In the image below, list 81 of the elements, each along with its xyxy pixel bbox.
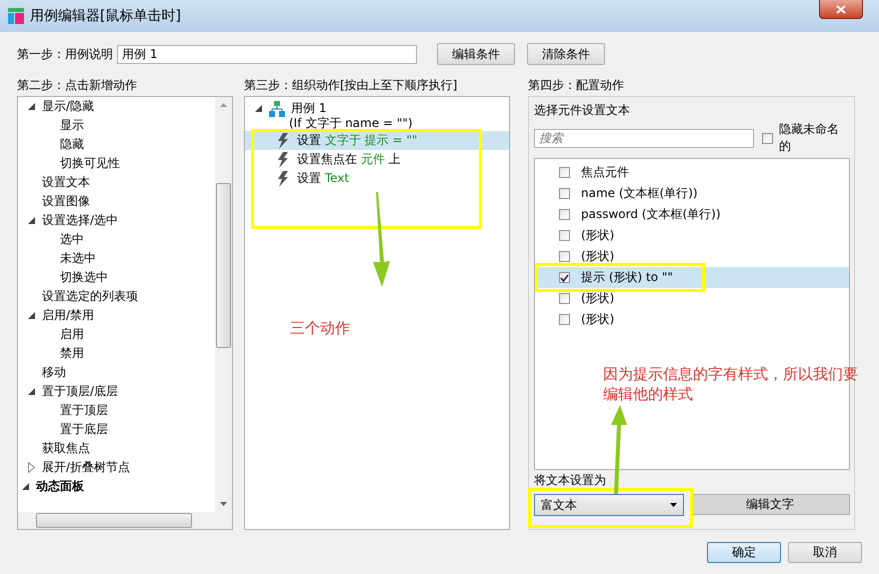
expanded-arrow-icon[interactable] bbox=[28, 388, 34, 395]
close-button[interactable] bbox=[819, 0, 863, 19]
tree-item[interactable]: 设置图像 bbox=[42, 193, 90, 210]
widget-item[interactable]: name (文本框(单行)) bbox=[535, 183, 849, 204]
step-label: 第一步：用例说明 bbox=[17, 46, 113, 62]
annotation-text: 因为提示信息的字有样式，所以我们要编辑他的样式 bbox=[603, 364, 859, 404]
step-heading: 第四步：配置动作 bbox=[528, 76, 624, 94]
app-icon bbox=[8, 8, 24, 24]
checkbox-label[interactable]: 隐藏未命名的 bbox=[778, 121, 850, 155]
tree-item[interactable]: 获取焦点 bbox=[42, 440, 90, 457]
dialog-button[interactable]: 取消 bbox=[788, 542, 862, 563]
widget-item[interactable]: 提示 (形状) to "" bbox=[535, 267, 849, 288]
toolbar-button[interactable]: 编辑条件 bbox=[437, 43, 515, 65]
tree-item[interactable]: 未选中 bbox=[60, 250, 96, 267]
search-field[interactable]: 搜索 bbox=[534, 128, 754, 148]
tree-item[interactable]: 设置选择/选中 bbox=[42, 212, 118, 229]
tree-item[interactable]: 显示/隐藏 bbox=[42, 98, 94, 115]
widget-item[interactable]: password (文本框(单行)) bbox=[535, 204, 849, 225]
condition-text: (If 文字于 name = "") bbox=[289, 116, 413, 130]
tree-item[interactable]: 设置文本 bbox=[42, 174, 90, 191]
widget-item[interactable]: (形状) bbox=[535, 225, 849, 246]
lightning-icon bbox=[277, 152, 289, 168]
widget-item[interactable]: (形状) bbox=[535, 288, 849, 309]
tree-item[interactable]: 禁用 bbox=[60, 345, 84, 362]
field-label: 将文本设置为 bbox=[534, 473, 606, 487]
description-field[interactable]: 用例 1 bbox=[117, 44, 417, 64]
toolbar-button[interactable]: 清除条件 bbox=[527, 43, 605, 65]
tree-item[interactable]: 移动 bbox=[42, 364, 66, 381]
section-label: 选择元件设置文本 bbox=[534, 102, 630, 118]
dropdown-caret-icon bbox=[670, 503, 677, 507]
hierarchy-icon bbox=[269, 100, 285, 116]
checkbox[interactable] bbox=[559, 293, 570, 304]
expanded-arrow-icon[interactable] bbox=[254, 105, 262, 112]
checkbox[interactable] bbox=[559, 272, 570, 283]
checkbox[interactable] bbox=[559, 230, 570, 241]
tree-item[interactable]: 置于顶层/底层 bbox=[42, 383, 118, 400]
edit-text-button[interactable]: 编辑文字 bbox=[690, 494, 850, 515]
close-icon bbox=[836, 4, 846, 14]
tree-item[interactable]: 切换选中 bbox=[60, 269, 108, 286]
tree-item[interactable]: 置于底层 bbox=[60, 421, 108, 438]
expanded-arrow-icon[interactable] bbox=[22, 483, 28, 490]
action-item[interactable]: 设置 Text bbox=[245, 169, 509, 188]
check-icon bbox=[560, 274, 569, 282]
collapsed-arrow-icon[interactable] bbox=[28, 462, 34, 473]
action-item[interactable]: 设置焦点在 元件 上 bbox=[245, 150, 509, 169]
checkbox[interactable] bbox=[762, 132, 773, 144]
checkbox[interactable] bbox=[559, 167, 570, 178]
case-label[interactable]: 用例 1 bbox=[291, 100, 326, 117]
dialog-button[interactable]: 确定 bbox=[707, 542, 781, 563]
tree-item[interactable]: 设置选定的列表项 bbox=[42, 288, 138, 305]
expanded-arrow-icon[interactable] bbox=[28, 312, 34, 319]
tree-item[interactable]: 选中 bbox=[60, 231, 84, 248]
tree-item[interactable]: 切换可见性 bbox=[60, 155, 120, 172]
expanded-arrow-icon[interactable] bbox=[28, 103, 34, 110]
step-heading: 第二步：点击新增动作 bbox=[17, 76, 137, 94]
tree-item[interactable]: 启用 bbox=[60, 326, 84, 343]
checkbox[interactable] bbox=[559, 251, 570, 262]
vertical-scrollbar[interactable] bbox=[215, 97, 232, 512]
checkbox[interactable] bbox=[559, 188, 570, 199]
step-heading: 第三步：组织动作[按由上至下顺序执行] bbox=[244, 76, 458, 94]
checkbox[interactable] bbox=[559, 314, 570, 325]
scroll-up-icon[interactable] bbox=[220, 103, 227, 107]
tree-item[interactable]: 启用/禁用 bbox=[42, 307, 94, 324]
window-title: 用例编辑器[鼠标单击时] bbox=[30, 7, 181, 25]
tree-item[interactable]: 隐藏 bbox=[60, 136, 84, 153]
text-type-dropdown[interactable]: 富文本 bbox=[534, 494, 684, 516]
tree-item[interactable]: 显示 bbox=[60, 117, 84, 134]
tree-item[interactable]: 展开/折叠树节点 bbox=[42, 459, 130, 476]
tree-item[interactable]: 动态面板 bbox=[36, 478, 84, 495]
widget-item[interactable]: (形状) bbox=[535, 309, 849, 330]
annotation-text: 三个动作 bbox=[290, 318, 350, 338]
widget-item[interactable]: 焦点元件 bbox=[535, 162, 849, 183]
tree-item[interactable]: 置于顶层 bbox=[60, 402, 108, 419]
scroll-down-icon[interactable] bbox=[220, 502, 227, 506]
action-item[interactable]: 设置 文字于 提示 = "" bbox=[245, 131, 509, 150]
horizontal-scrollbar[interactable] bbox=[18, 512, 232, 529]
lightning-icon bbox=[277, 132, 289, 148]
widget-item[interactable]: (形状) bbox=[535, 246, 849, 267]
expanded-arrow-icon[interactable] bbox=[28, 217, 34, 224]
lightning-icon bbox=[277, 170, 289, 186]
checkbox[interactable] bbox=[559, 209, 570, 220]
